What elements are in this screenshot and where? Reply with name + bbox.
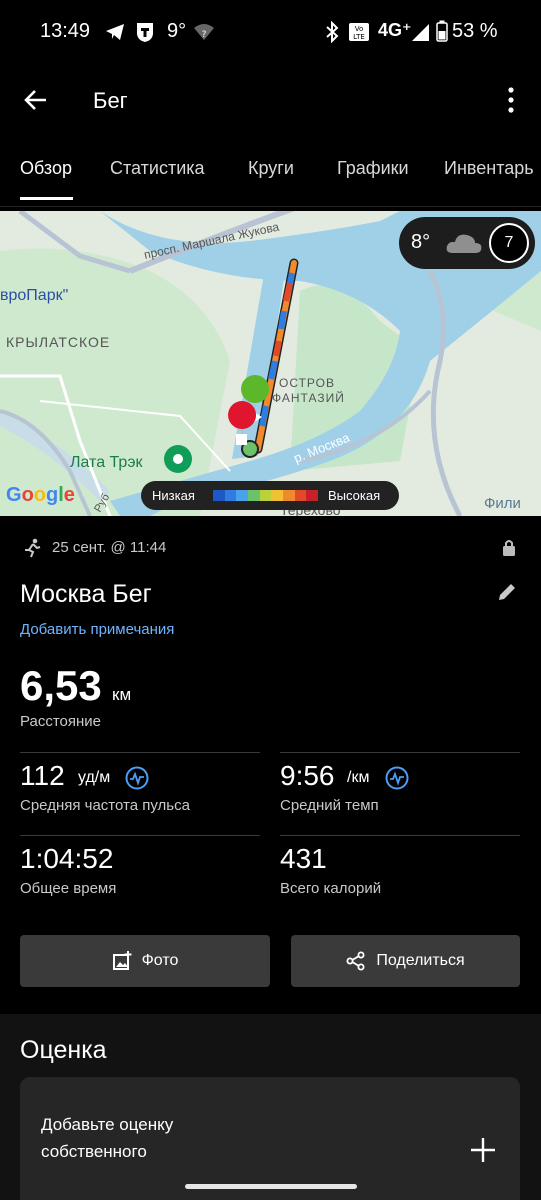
calories-value: 431 [280,843,327,874]
activity-name: Москва Бег [20,580,152,608]
lock-icon[interactable] [501,538,517,558]
legend-low: Низкая [152,488,195,503]
bluetooth-icon [326,21,339,43]
shield-app-icon [137,23,153,42]
legend-swatch [283,490,295,501]
stats-divider [20,835,260,836]
tab-divider [0,206,541,207]
photo-button-label: Фото [141,952,179,969]
map-label-place: Лата Трэк [70,454,143,471]
tab-laps[interactable]: Круги [248,158,294,179]
stats-divider [280,835,520,836]
distance-unit: км [112,685,132,704]
battery-percent: 53 % [452,20,498,42]
google-logo: Google [6,484,75,506]
intensity-legend: Низкая Высокая [141,481,399,510]
total-time-value: 1:04:52 [20,843,114,874]
cloud-icon [446,234,482,253]
tab-statistics[interactable]: Статистика [110,158,205,179]
avg-hr-label: Средняя частота пульса [20,797,190,814]
signal-icon [412,24,429,41]
active-tab-indicator [20,197,73,200]
edit-pencil-icon[interactable] [495,580,519,604]
map-label-district: КРЫЛАТСКОЕ [6,334,110,350]
svg-text:Vo: Vo [355,25,364,33]
status-bar: 13:49 9° ? Vo LTE 4G⁺ 53 % [0,0,541,64]
status-temperature: 9° [167,20,187,42]
legend-swatch [271,490,284,501]
rating-card-text: Добавьте оценку собственного [41,1115,174,1161]
add-photo-icon [112,951,132,970]
home-indicator[interactable] [185,1184,357,1189]
share-icon [346,951,365,971]
pace-chart-icon[interactable] [385,766,409,790]
avg-hr-unit: уд/м [78,769,111,786]
map-label-park: вроПарк" [0,287,68,304]
share-button-label: Поделиться [376,952,465,969]
legend-swatch [236,490,249,501]
legend-color-bar [213,490,319,501]
photo-button[interactable]: Фото [20,935,270,987]
weather-chip: 8° 7 [399,217,535,269]
total-time-label: Общее время [20,880,117,897]
running-icon [25,538,41,558]
more-vert-icon[interactable] [506,86,516,114]
legend-swatch [294,490,307,501]
legend-swatch [213,490,225,501]
hr-chart-icon[interactable] [125,766,149,790]
rating-heading: Оценка [20,1036,107,1064]
legend-swatch [259,490,272,501]
legend-swatch [306,490,319,501]
tab-overview[interactable]: Обзор [20,158,72,179]
distance-value: 6,53 [20,662,102,709]
rating-card[interactable]: Добавьте оценку собственного [20,1077,520,1200]
add-icon[interactable] [470,1137,496,1163]
share-button[interactable]: Поделиться [291,935,520,987]
svg-text:LTE: LTE [353,33,365,41]
avg-pace-value: 9:56 [280,760,335,791]
telegram-icon [106,24,124,40]
tab-gear[interactable]: Инвентарь [444,158,534,179]
stats-divider [20,752,260,753]
map-label-island-2: ФАНТАЗИЙ [272,390,345,405]
legend-high: Высокая [328,488,381,503]
distance-label: Расстояние [20,713,102,730]
page-title: Бег [93,88,128,113]
status-time: 13:49 [40,20,91,42]
map-label-fili: Фили [484,495,521,512]
wind-speed: 7 [504,234,514,251]
avg-pace-unit: /км [347,769,370,786]
avg-hr-value: 112 [20,760,65,791]
map-label-island-1: ОСТРОВ [279,376,335,390]
volte-icon: VoLTE [349,23,369,41]
activity-date: 25 сент. @ 11:44 [52,539,167,556]
legend-swatch [224,490,237,501]
avg-pace-label: Средний темп [280,797,379,814]
tab-charts[interactable]: Графики [337,158,409,179]
add-notes-link[interactable]: Добавить примечания [20,621,174,638]
wifi-question-icon: ? [194,24,214,40]
calories-label: Всего калорий [280,880,382,897]
battery-icon [436,20,448,42]
network-type: 4G⁺ [378,20,412,40]
weather-temp: 8° [411,231,431,253]
back-arrow-icon[interactable] [22,86,50,114]
stats-divider [280,752,520,753]
legend-swatch [248,490,260,501]
svg-text:?: ? [202,30,207,40]
